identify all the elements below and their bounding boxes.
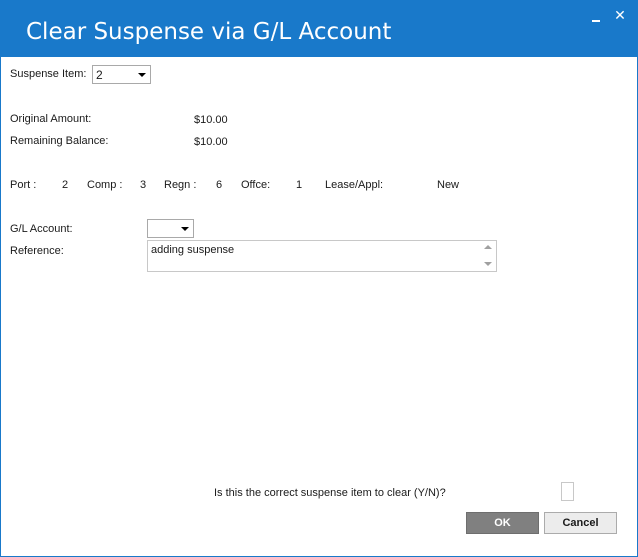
comp-value: 3: [140, 179, 147, 191]
ok-button[interactable]: OK: [466, 512, 539, 534]
dialog-window: Clear Suspense via G/L Account ✕ Suspens…: [0, 0, 638, 557]
title-bar: Clear Suspense via G/L Account ✕: [1, 1, 637, 57]
offce-value: 1: [296, 179, 303, 191]
remaining-balance-value: $10.00: [194, 136, 228, 148]
dialog-title: Clear Suspense via G/L Account: [26, 19, 392, 45]
confirm-question: Is this the correct suspense item to cle…: [214, 487, 446, 499]
close-icon[interactable]: ✕: [611, 7, 629, 23]
scroll-up-icon[interactable]: [484, 245, 492, 249]
reference-textarea[interactable]: adding suspense: [147, 240, 497, 272]
remaining-balance-label: Remaining Balance:: [10, 135, 109, 147]
lease-appl-value: New: [437, 179, 460, 191]
comp-label: Comp :: [87, 179, 123, 191]
chevron-down-icon: [138, 73, 146, 77]
original-amount-label: Original Amount:: [10, 113, 92, 125]
gl-account-label: G/L Account:: [10, 223, 73, 235]
suspense-item-label: Suspense Item:: [10, 68, 87, 80]
original-amount-value: $10.00: [194, 114, 228, 126]
scroll-down-icon[interactable]: [484, 262, 492, 266]
lease-appl-label: Lease/Appl:: [325, 179, 384, 191]
regn-label: Regn :: [164, 179, 197, 191]
port-label: Port :: [10, 179, 37, 191]
suspense-item-value: 2: [96, 68, 103, 82]
confirm-checkbox[interactable]: [561, 482, 574, 501]
cancel-button[interactable]: Cancel: [544, 512, 617, 534]
gl-account-select[interactable]: [147, 219, 194, 238]
reference-scrollbar[interactable]: [480, 241, 496, 271]
regn-value: 6: [216, 179, 223, 191]
chevron-down-icon: [181, 227, 189, 231]
minimize-icon[interactable]: [587, 9, 605, 25]
port-value: 2: [62, 179, 69, 191]
reference-label: Reference:: [10, 245, 64, 257]
suspense-item-select[interactable]: 2: [92, 65, 151, 84]
offce-label: Offce:: [241, 179, 271, 191]
reference-text: adding suspense: [151, 244, 235, 256]
